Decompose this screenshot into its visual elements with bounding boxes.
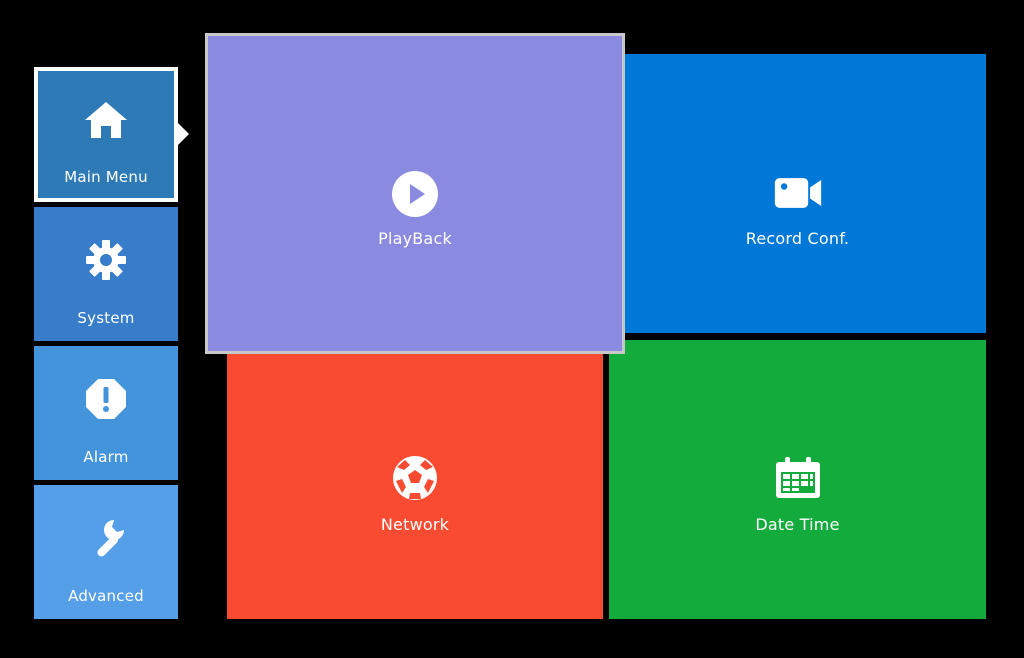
main-menu-screen: Main Menu System Alarm Advanced Record C… (0, 0, 1024, 658)
home-icon (83, 97, 129, 143)
sidebar-item-system[interactable]: System (34, 207, 178, 341)
tile-label: Record Conf. (745, 229, 850, 248)
tile-label: Date Time (755, 515, 840, 534)
record-conf-tile[interactable]: Record Conf. (609, 54, 986, 333)
sidebar-item-advanced[interactable]: Advanced (34, 485, 178, 619)
sidebar-item-main-menu[interactable]: Main Menu (34, 67, 178, 202)
soccer-ball-icon (390, 453, 440, 503)
gear-icon (83, 237, 129, 283)
alert-octagon-icon (83, 376, 129, 422)
date-time-tile[interactable]: Date Time (609, 340, 986, 619)
tile-label: Network (380, 515, 450, 534)
network-tile[interactable]: Network (227, 340, 603, 619)
sidebar-item-label: System (77, 309, 135, 327)
play-circle-icon (390, 169, 440, 219)
sidebar-item-label: Alarm (83, 448, 129, 466)
calendar-icon (773, 453, 823, 503)
wrench-icon (83, 515, 129, 561)
sidebar-item-label: Main Menu (64, 168, 148, 186)
sidebar-item-alarm[interactable]: Alarm (34, 346, 178, 480)
selection-pointer-icon (178, 123, 189, 145)
sidebar-item-label: Advanced (68, 587, 144, 605)
playback-tile[interactable]: PlayBack (205, 33, 625, 354)
video-camera-icon (773, 168, 823, 218)
tile-label: PlayBack (378, 229, 452, 248)
